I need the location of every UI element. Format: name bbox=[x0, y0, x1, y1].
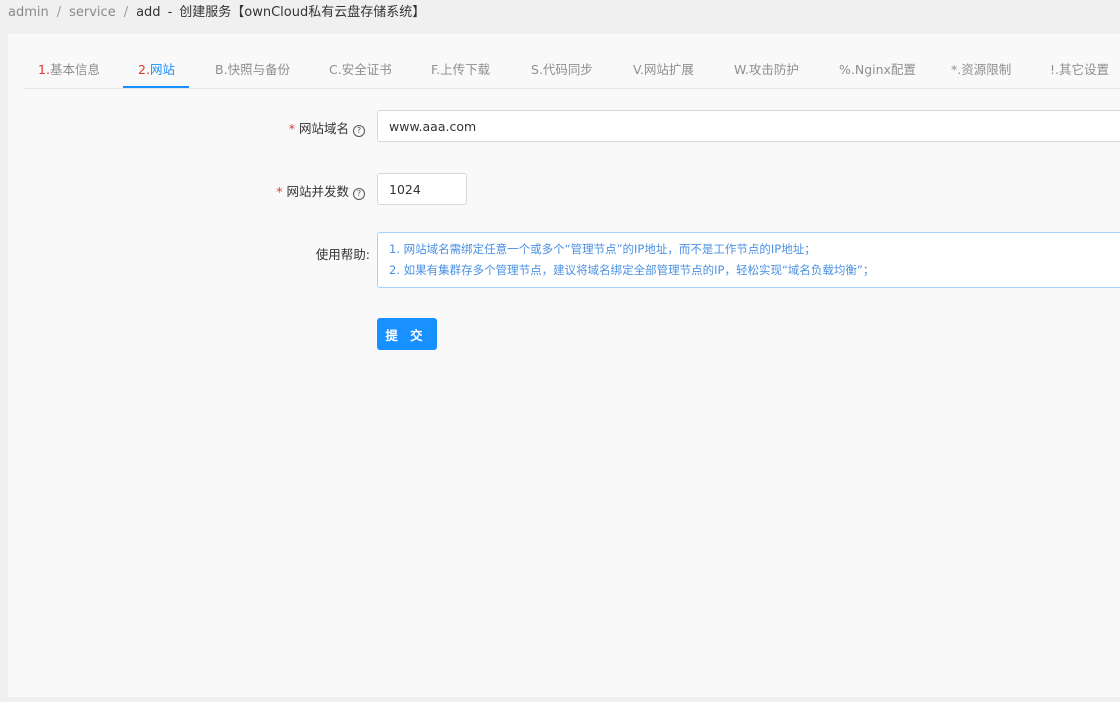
tab-prefix: *. bbox=[951, 62, 962, 77]
breadcrumb-item-service[interactable]: service bbox=[69, 5, 116, 20]
tab-prefix: F. bbox=[431, 62, 441, 77]
tab-label: 上传下载 bbox=[440, 62, 491, 77]
tab-site-extension[interactable]: V.网站扩展 bbox=[633, 56, 694, 88]
domain-label: * 网站域名? bbox=[289, 118, 365, 137]
breadcrumb-current: add bbox=[136, 5, 161, 20]
concurrency-label: * 网站并发数? bbox=[276, 181, 365, 200]
tab-label: 基本信息 bbox=[49, 62, 100, 77]
tab-other-settings[interactable]: !.其它设置 bbox=[1050, 56, 1109, 88]
tab-label: 资源限制 bbox=[961, 62, 1012, 77]
breadcrumb: admin / service / add - 创建服务【ownCloud私有云盘存储系统】 bbox=[8, 4, 425, 22]
domain-input[interactable] bbox=[377, 110, 1120, 142]
tab-bar: 1.基本信息 2.网站 B.快照与备份 C.安全证书 F.上传下载 S.代码同步… bbox=[23, 56, 1120, 89]
tab-label: 网站扩展 bbox=[643, 62, 694, 77]
submit-button[interactable]: 提 交 bbox=[377, 318, 437, 350]
required-mark: * bbox=[288, 121, 295, 136]
breadcrumb-separator: / bbox=[56, 5, 62, 20]
tab-attack-protection[interactable]: W.攻击防护 bbox=[734, 56, 799, 88]
tab-label: 安全证书 bbox=[341, 62, 392, 77]
tab-label: Nginx配置 bbox=[854, 62, 916, 77]
breadcrumb-item-admin[interactable]: admin bbox=[8, 5, 49, 20]
active-tab-indicator bbox=[123, 86, 189, 88]
tab-ssl-cert[interactable]: C.安全证书 bbox=[329, 56, 392, 88]
tab-prefix: W. bbox=[734, 62, 749, 77]
breadcrumb-dash: - bbox=[167, 5, 173, 20]
tab-website[interactable]: 2.网站 bbox=[138, 56, 175, 88]
breadcrumb-separator: / bbox=[123, 5, 129, 20]
tab-snapshot-backup[interactable]: B.快照与备份 bbox=[215, 56, 290, 88]
help-line: 2. 如果有集群存多个管理节点，建议将域名绑定全部管理节点的IP，轻松实现“域名… bbox=[389, 263, 875, 277]
tab-label: 网站 bbox=[149, 62, 175, 77]
tab-prefix: %. bbox=[839, 62, 855, 77]
tab-resource-limit[interactable]: *.资源限制 bbox=[951, 56, 1011, 88]
tab-basic-info[interactable]: 1.基本信息 bbox=[38, 56, 100, 88]
tab-prefix: C. bbox=[329, 62, 342, 77]
tab-code-sync[interactable]: S.代码同步 bbox=[531, 56, 593, 88]
page-title: 创建服务【ownCloud私有云盘存储系统】 bbox=[179, 5, 426, 20]
tab-label: 其它设置 bbox=[1058, 62, 1109, 77]
concurrency-input[interactable] bbox=[377, 173, 467, 205]
tab-prefix: B. bbox=[215, 62, 228, 77]
tab-label: 代码同步 bbox=[542, 62, 593, 77]
concurrency-label-text: 网站并发数 bbox=[286, 184, 349, 199]
tab-upload-download[interactable]: F.上传下载 bbox=[431, 56, 490, 88]
domain-label-text: 网站域名 bbox=[298, 121, 349, 136]
tab-label: 攻击防护 bbox=[748, 62, 799, 77]
tab-prefix: S. bbox=[531, 62, 543, 77]
help-line: 1. 网站域名需绑定任意一个或多个“管理节点”的IP地址，而不是工作节点的IP地… bbox=[389, 242, 816, 256]
question-circle-icon[interactable]: ? bbox=[353, 125, 365, 137]
help-text-box: 1. 网站域名需绑定任意一个或多个“管理节点”的IP地址，而不是工作节点的IP地… bbox=[377, 232, 1120, 288]
required-mark: * bbox=[276, 184, 283, 199]
tab-prefix: V. bbox=[633, 62, 644, 77]
main-panel: 1.基本信息 2.网站 B.快照与备份 C.安全证书 F.上传下载 S.代码同步… bbox=[8, 34, 1120, 697]
tab-prefix: 1. bbox=[38, 62, 50, 77]
tab-label: 快照与备份 bbox=[227, 62, 291, 77]
tab-nginx-config[interactable]: %.Nginx配置 bbox=[839, 56, 916, 88]
tab-prefix: !. bbox=[1050, 62, 1059, 77]
question-circle-icon[interactable]: ? bbox=[353, 188, 365, 200]
tab-prefix: 2. bbox=[138, 62, 150, 77]
help-label: 使用帮助: bbox=[315, 247, 370, 262]
